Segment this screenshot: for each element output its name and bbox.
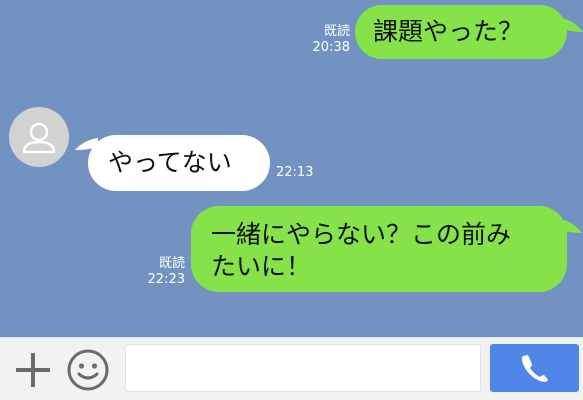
avatar[interactable] (9, 107, 69, 167)
message-input-bar (0, 337, 583, 400)
message-time: 20:38 (312, 40, 350, 55)
message-meta: 既読 22:23 (137, 256, 185, 288)
phone-icon (522, 355, 548, 382)
message-bubble[interactable]: やってない (88, 135, 270, 191)
chat-area: 既読 20:38 課題やった？ やってない 22:13 既読 22:23 一緒に… (0, 0, 583, 337)
message-time: 22:23 (147, 272, 185, 287)
message-bubble[interactable]: 課題やった？ (355, 5, 567, 59)
message-text-line: たいに！ (211, 252, 312, 281)
message-text-line: 一緒にやらない？この前み (211, 220, 512, 249)
read-receipt: 既読 (323, 24, 350, 39)
message-text: やってない (108, 148, 232, 177)
message-meta: 既読 20:38 (302, 24, 350, 56)
user-icon (22, 122, 56, 154)
message-text: 課題やった？ (373, 17, 524, 46)
message-input[interactable] (125, 344, 481, 392)
smiley-icon[interactable] (66, 348, 110, 392)
read-receipt: 既読 (158, 256, 185, 271)
message-bubble[interactable]: 一緒にやらない？この前み たいに！ (191, 206, 567, 292)
message-time: 22:13 (276, 165, 314, 180)
call-button[interactable] (490, 344, 579, 392)
plus-icon[interactable] (14, 351, 52, 389)
